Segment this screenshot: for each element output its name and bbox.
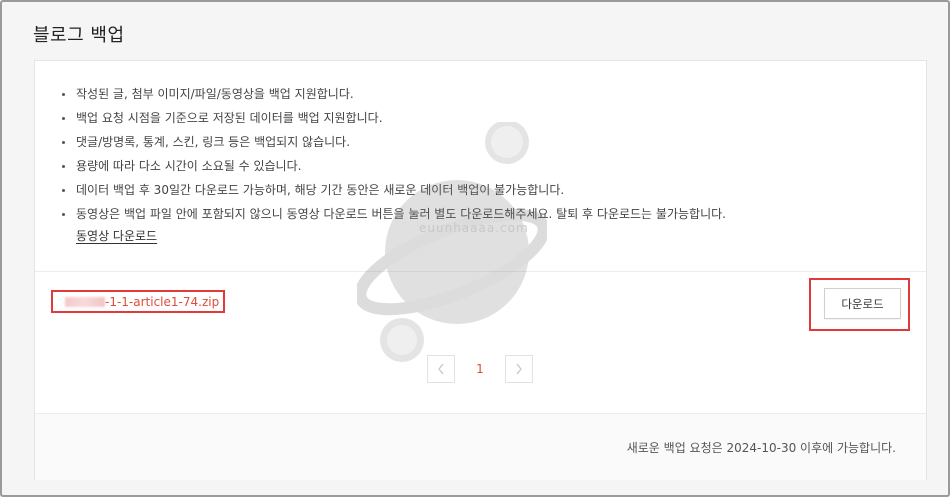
bullet-icon (62, 189, 65, 192)
bullet-icon (62, 117, 65, 120)
bullet-icon (62, 93, 65, 96)
notice-text: 용량에 따라 다소 시간이 소요될 수 있습니다. (76, 159, 302, 173)
bullet-icon (62, 165, 65, 168)
bullet-icon (62, 141, 65, 144)
pagination: 1 (427, 355, 533, 383)
footer-note: 새로운 백업 요청은 2024-10-30 이후에 가능합니다. (626, 441, 896, 455)
notice-item: 동영상은 백업 파일 안에 포함되지 않으니 동영상 다운로드 버튼을 눌러 별… (57, 207, 726, 244)
notice-item: 댓글/방명록, 통계, 스킨, 링크 등은 백업되지 않습니다. (57, 135, 726, 150)
notice-text: 동영상은 백업 파일 안에 포함되지 않으니 동영상 다운로드 버튼을 눌러 별… (76, 207, 726, 221)
backup-file-link[interactable]: -1-1-article1-74.zip (105, 295, 219, 309)
download-button[interactable]: 다운로드 (824, 288, 901, 319)
page-number[interactable]: 1 (455, 362, 505, 376)
backup-card: 작성된 글, 첨부 이미지/파일/동영상을 백업 지원합니다. 백업 요청 시점… (34, 60, 927, 480)
notice-item: 용량에 따라 다소 시간이 소요될 수 있습니다. (57, 159, 726, 174)
redacted-blur (65, 296, 105, 307)
prev-page-button[interactable] (427, 355, 455, 383)
divider (35, 271, 926, 272)
footer: 새로운 백업 요청은 2024-10-30 이후에 가능합니다. (35, 414, 926, 480)
video-download-link[interactable]: 동영상 다운로드 (76, 229, 157, 244)
download-highlight: 다운로드 (809, 278, 910, 331)
notice-text: 작성된 글, 첨부 이미지/파일/동영상을 백업 지원합니다. (76, 87, 354, 101)
chevron-right-icon (516, 363, 522, 375)
notice-text: 댓글/방명록, 통계, 스킨, 링크 등은 백업되지 않습니다. (76, 135, 351, 149)
notice-item: 백업 요청 시점을 기준으로 저장된 데이터를 백업 지원합니다. (57, 111, 726, 126)
page-title: 블로그 백업 (33, 25, 125, 46)
notice-list: 작성된 글, 첨부 이미지/파일/동영상을 백업 지원합니다. 백업 요청 시점… (57, 87, 726, 253)
backup-file-highlight: -1-1-article1-74.zip (51, 290, 225, 313)
notice-item: 데이터 백업 후 30일간 다운로드 가능하며, 해당 기간 동안은 새로운 데… (57, 183, 726, 198)
notice-text: 데이터 백업 후 30일간 다운로드 가능하며, 해당 기간 동안은 새로운 데… (76, 183, 565, 197)
notice-text: 백업 요청 시점을 기준으로 저장된 데이터를 백업 지원합니다. (76, 111, 383, 125)
notice-item: 작성된 글, 첨부 이미지/파일/동영상을 백업 지원합니다. (57, 87, 726, 102)
bullet-icon (62, 213, 65, 216)
chevron-left-icon (438, 363, 444, 375)
next-page-button[interactable] (505, 355, 533, 383)
